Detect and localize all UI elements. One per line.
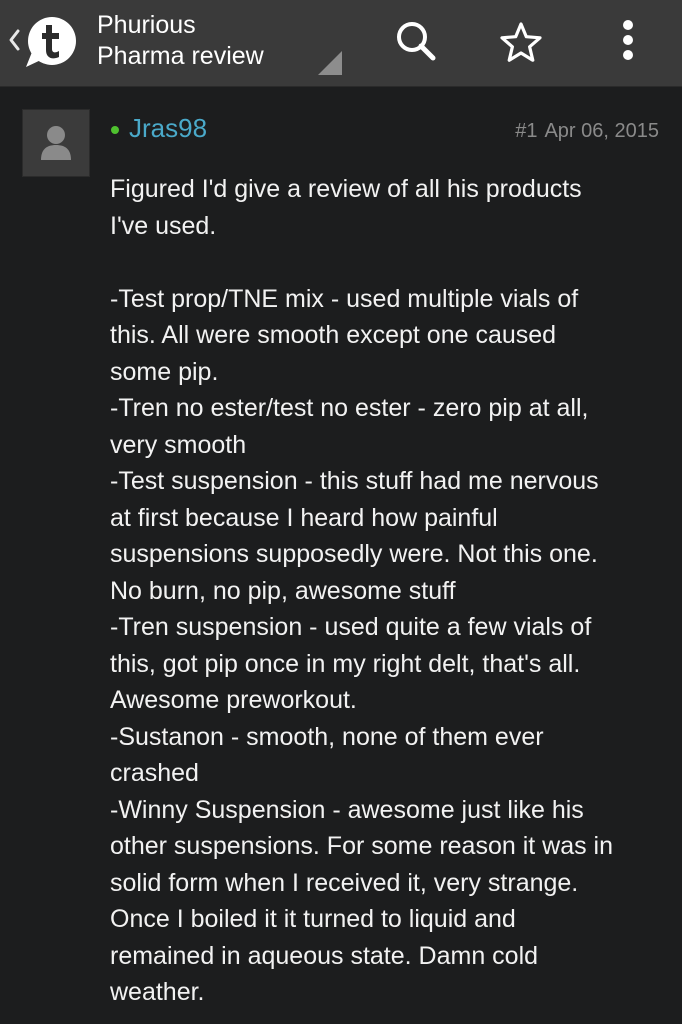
post-text-line: I've used. bbox=[110, 211, 217, 240]
post-text-line: Figured I'd give a review of all his pro… bbox=[110, 175, 582, 203]
post-text-line: very smooth bbox=[110, 430, 247, 459]
search-button[interactable] bbox=[388, 15, 444, 71]
post-number: #1 bbox=[515, 120, 538, 142]
forum-post: Jras98 #1 Apr 06, 2015 Figured I'd give a… bbox=[0, 87, 682, 1024]
search-icon bbox=[397, 22, 436, 61]
post-text-line: -Test prop/TNE mix - used multiple vials… bbox=[110, 284, 579, 313]
post-meta: #1 Apr 06, 2015 bbox=[515, 119, 659, 143]
post-text-line bbox=[110, 244, 670, 281]
post-date: Apr 06, 2015 bbox=[544, 120, 659, 142]
avatar[interactable] bbox=[22, 109, 90, 177]
post-text-line: solid form when I received it, very stra… bbox=[110, 868, 579, 897]
post-text-line: at first because I heard how painful bbox=[110, 503, 498, 532]
post-author[interactable]: Jras98 bbox=[129, 112, 207, 144]
post-text-line: remained in aqueous state. Damn cold bbox=[110, 941, 539, 970]
post-body: Figured I'd give a review of all his pro… bbox=[110, 171, 670, 1011]
post-text-line: some pip. bbox=[110, 357, 219, 386]
online-status-indicator bbox=[111, 126, 119, 134]
post-text-line: -Winny Suspension - awesome just like hi… bbox=[110, 795, 584, 824]
post-text-line: this, got pip once in my right delt, tha… bbox=[110, 649, 581, 678]
post-text-line: this. All were smooth except one caused bbox=[110, 321, 557, 349]
post-text-line: other suspensions. For some reason it wa… bbox=[110, 832, 614, 860]
overflow-menu-icon bbox=[623, 20, 633, 60]
bookmark-button[interactable] bbox=[493, 15, 549, 71]
post-text-line: suspensions supposedly were. Not this on… bbox=[110, 540, 598, 568]
post-text-line: Awesome preworkout. bbox=[110, 686, 357, 714]
app-toolbar: Phurious Pharma review bbox=[0, 0, 682, 87]
post-text-line: -Tren suspension - used quite a few vial… bbox=[110, 613, 592, 641]
post-text-line: crashed bbox=[110, 759, 199, 787]
dropdown-corner-icon bbox=[318, 51, 342, 75]
user-placeholder-icon bbox=[41, 126, 71, 160]
post-text-line: No burn, no pip, awesome stuff bbox=[110, 576, 456, 605]
post-text-line: Once I boiled it it turned to liquid and bbox=[110, 905, 516, 933]
thread-title-line1: Phurious bbox=[97, 11, 196, 39]
post-text-line: -Test suspension - this stuff had me ner… bbox=[110, 467, 599, 495]
post-text-line: weather. bbox=[110, 978, 205, 1006]
post-text-line: -Sustanon - smooth, none of them ever bbox=[110, 722, 544, 751]
star-icon bbox=[500, 22, 542, 62]
post-text-line: -Tren no ester/test no ester - zero pip … bbox=[110, 394, 589, 422]
tapatalk-logo-icon[interactable] bbox=[19, 12, 81, 74]
overflow-menu-button[interactable] bbox=[600, 15, 656, 71]
